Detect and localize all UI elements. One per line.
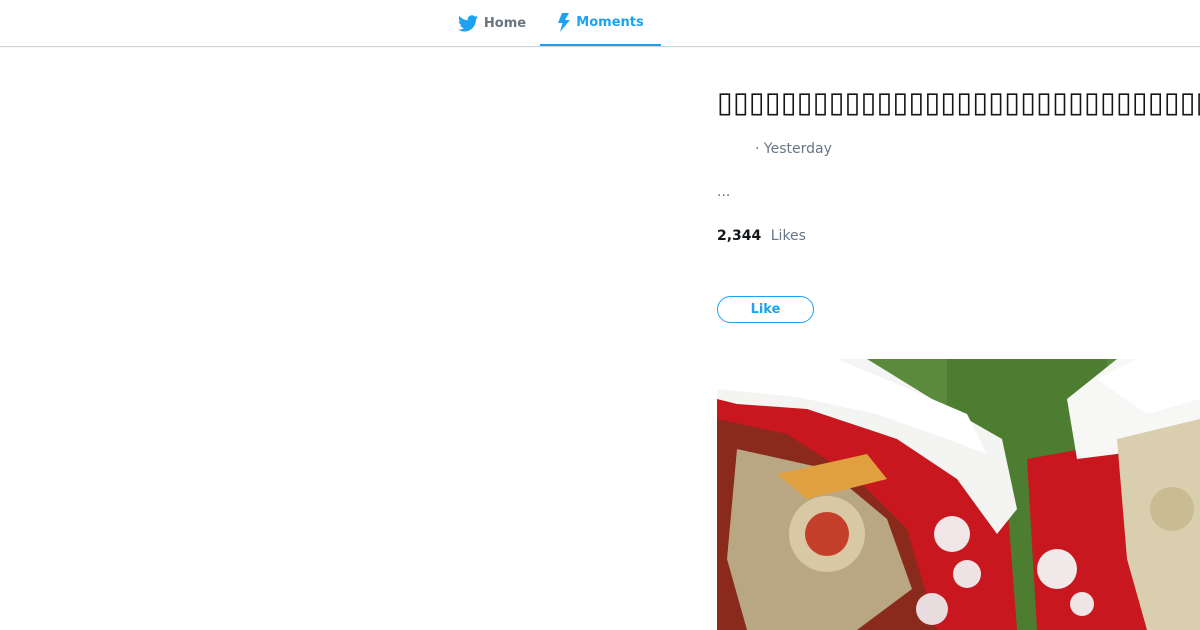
moment-timestamp: · Yesterday <box>755 141 832 157</box>
nav-moments-tab[interactable]: Moments <box>540 0 661 46</box>
moment-title: ▯▯▯▯▯▯▯▯▯▯▯▯▯▯▯▯▯▯▯▯▯▯▯▯▯▯▯▯▯▯▯▯▯ <box>717 85 1200 119</box>
moment-description: ... <box>717 184 731 200</box>
nav-home-tab[interactable]: Home <box>447 0 537 46</box>
likes-stat: 2,344 Likes <box>717 228 806 244</box>
lightning-bolt-icon <box>557 12 571 32</box>
top-navigation: Home Moments <box>0 0 1200 47</box>
like-button[interactable]: Like <box>717 296 814 323</box>
twitter-bird-icon <box>457 14 478 32</box>
likes-count: 2,344 <box>717 228 762 244</box>
likes-label: Likes <box>770 228 806 244</box>
nav-moments-label: Moments <box>576 14 644 30</box>
moment-cover-image[interactable] <box>717 359 1200 630</box>
nav-home-label: Home <box>483 15 527 31</box>
